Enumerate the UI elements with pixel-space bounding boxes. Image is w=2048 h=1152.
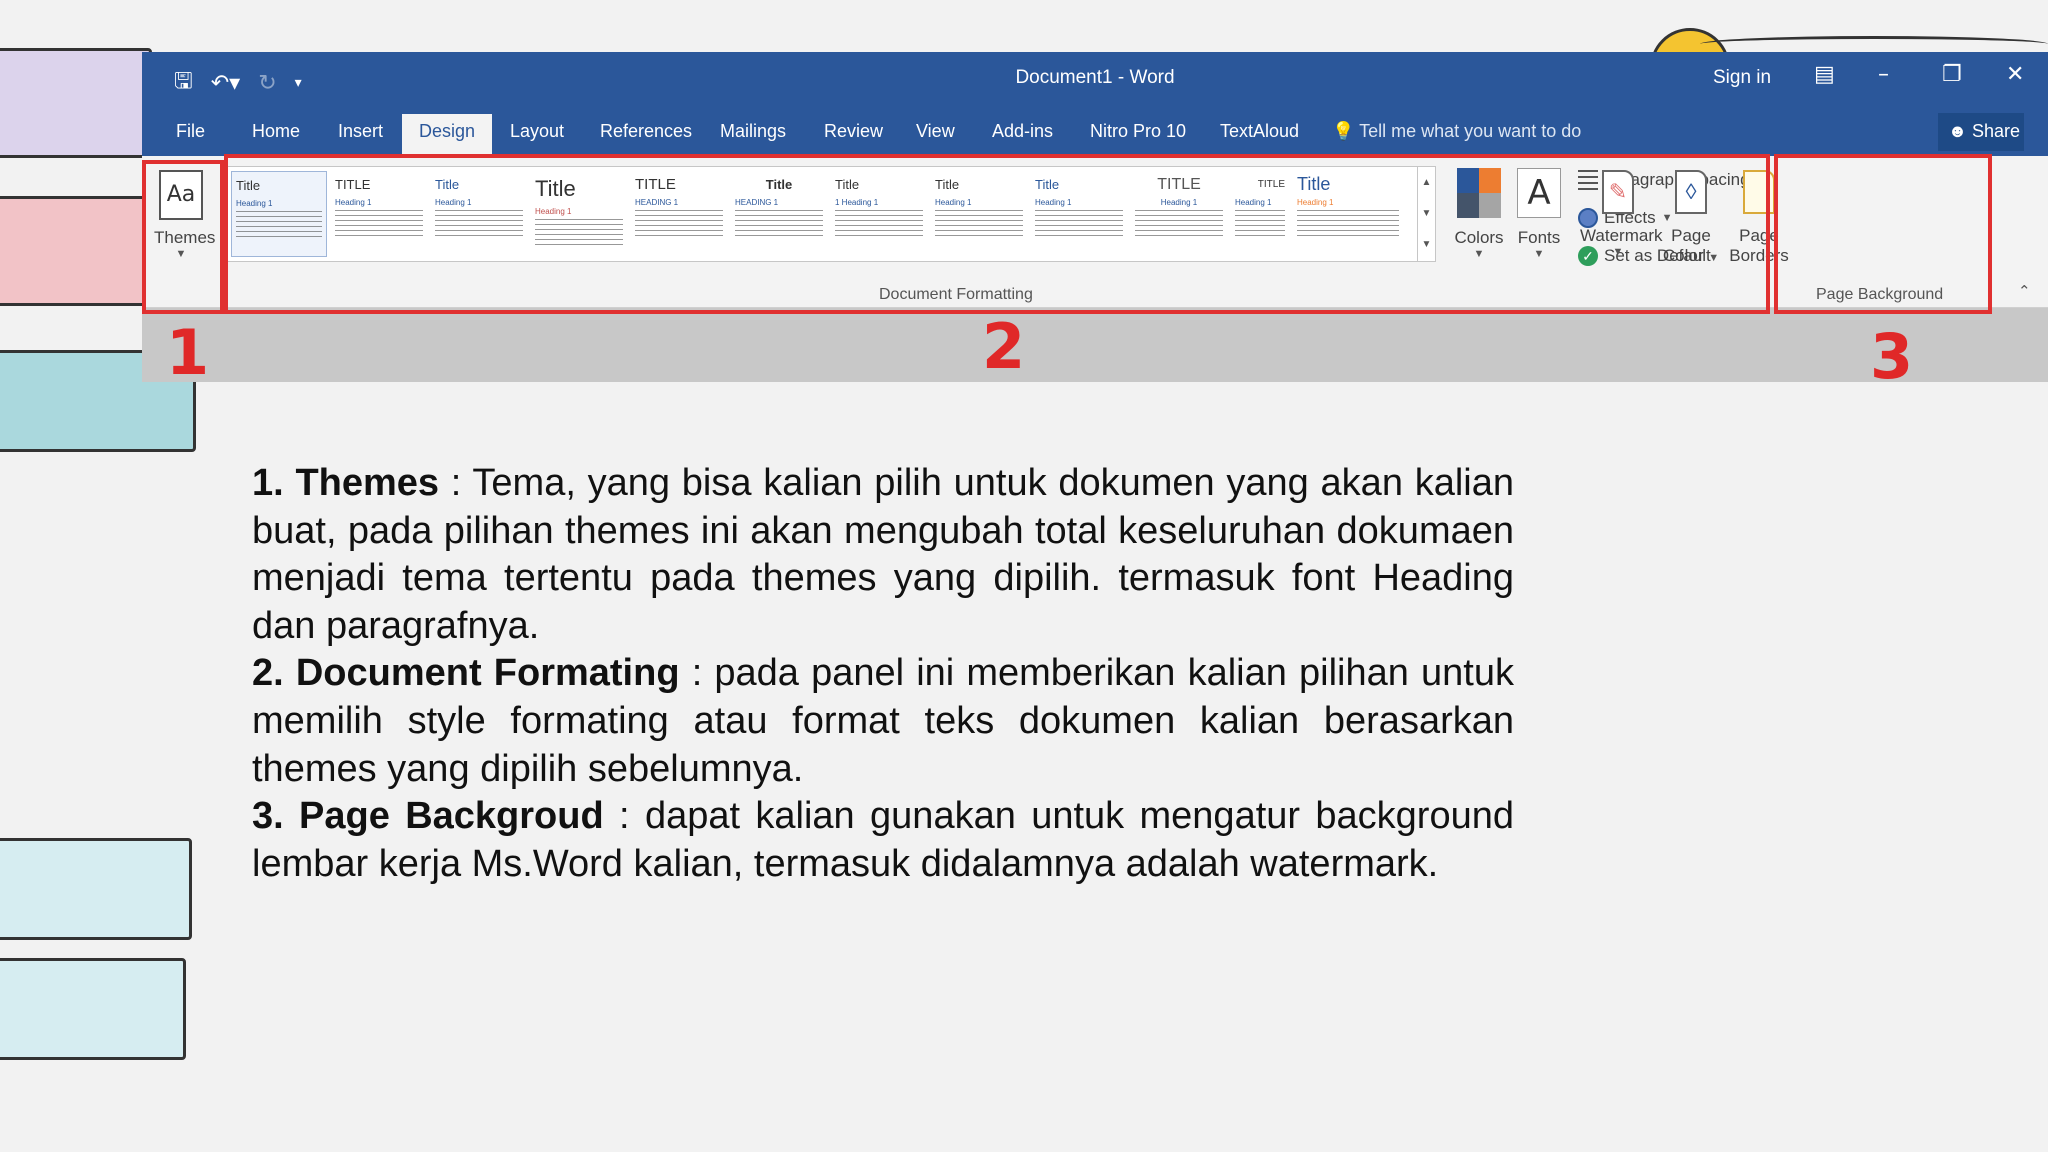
tab-textaloud[interactable]: TextAloud xyxy=(1220,121,1299,142)
tab-design[interactable]: Design xyxy=(402,114,493,156)
decor-card-lightblue-1 xyxy=(0,838,192,940)
description-text: 1. Themes : Tema, yang bisa kalian pilih… xyxy=(252,460,1514,888)
tab-mailings[interactable]: Mailings xyxy=(720,121,786,142)
tab-file[interactable]: File xyxy=(176,121,205,142)
tab-home[interactable]: Home xyxy=(252,121,300,142)
description-document-formatting: 2. Document Formating : pada panel ini m… xyxy=(252,652,1514,790)
highlight-document-formatting xyxy=(224,154,1770,314)
description-page-background: 3. Page Backgroud : dapat kalian gunakan… xyxy=(252,795,1514,885)
annotation-number-3: 3 xyxy=(1870,320,1914,393)
highlight-page-background xyxy=(1774,154,1992,314)
annotation-number-1: 1 xyxy=(166,316,210,389)
tab-addins[interactable]: Add-ins xyxy=(992,121,1053,142)
restore-icon[interactable]: ❐ xyxy=(1942,62,1962,87)
lightbulb-icon: 💡 xyxy=(1332,121,1355,141)
decor-card-purple xyxy=(0,48,152,158)
tab-insert[interactable]: Insert xyxy=(338,121,383,142)
annotation-number-2: 2 xyxy=(982,310,1026,383)
sign-in-link[interactable]: Sign in xyxy=(1713,67,1771,89)
title-bar: 🖫 ↶▾ ↻ ▾ Document1 - Word Sign in ▤ – ❐ … xyxy=(142,52,2048,106)
decor-line xyxy=(1700,36,2048,52)
decor-card-lightblue-2 xyxy=(0,958,186,1060)
ribbon-display-options-icon[interactable]: ▤ xyxy=(1814,62,1835,87)
decor-card-pink xyxy=(0,196,152,306)
tab-review[interactable]: Review xyxy=(824,121,883,142)
tab-view[interactable]: View xyxy=(916,121,955,142)
share-button[interactable]: ☻ Share xyxy=(1938,113,2024,151)
description-themes: 1. Themes : Tema, yang bisa kalian pilih… xyxy=(252,462,1514,647)
minimize-icon[interactable]: – xyxy=(1878,62,1889,87)
tab-layout[interactable]: Layout xyxy=(510,121,564,142)
share-label: Share xyxy=(1971,121,2021,141)
tab-references[interactable]: References xyxy=(600,121,692,142)
document-area xyxy=(142,308,2048,382)
tab-nitro[interactable]: Nitro Pro 10 xyxy=(1090,121,1186,142)
collapse-ribbon-icon[interactable]: ⌃ xyxy=(2018,282,2031,300)
person-icon: ☻ xyxy=(1948,121,1967,141)
highlight-themes xyxy=(142,160,224,314)
close-icon[interactable]: ✕ xyxy=(2006,62,2024,87)
tell-me-search[interactable]: 💡 Tell me what you want to do xyxy=(1332,121,1581,142)
ribbon-tabs: File Home Insert Design Layout Reference… xyxy=(142,106,2048,156)
tell-me-label: Tell me what you want to do xyxy=(1359,121,1582,141)
